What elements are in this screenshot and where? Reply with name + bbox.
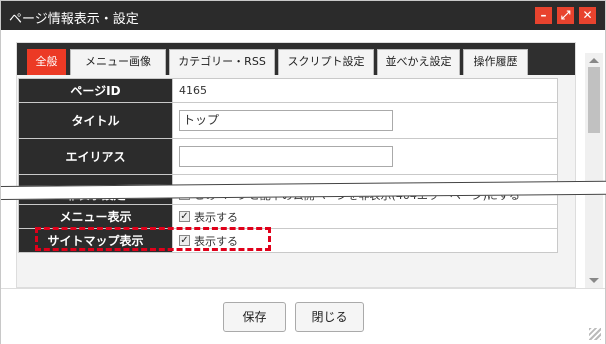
vertical-scrollbar[interactable] [585,53,603,288]
menu-display-highlight [35,227,271,251]
close-icon[interactable]: ✕ [579,7,596,24]
tab-strip: 全般 メニュー画像 カテゴリー・RSS スクリプト設定 並べかえ設定 操作履歴 [17,43,575,75]
row-page-id: ページID 4165 [18,78,558,103]
close-button[interactable]: 閉じる [295,302,364,332]
page-id-value: 4165 [172,78,558,103]
dialog-title: ページ情報表示・設定 [9,12,139,27]
alias-cell [172,138,558,175]
dialog-titlebar[interactable]: ページ情報表示・設定 – ⤢ ✕ [1,1,605,30]
row-title: タイトル トップ [18,102,558,139]
scroll-down-icon[interactable] [589,278,599,283]
resize-grip-icon[interactable] [589,328,601,340]
menu-display-option-label: 表示する [194,210,238,224]
alias-input[interactable] [179,146,393,167]
title-input[interactable]: トップ [179,110,393,131]
tab-history[interactable]: 操作履歴 [463,49,528,75]
tab-sort-settings[interactable]: 並べかえ設定 [377,49,460,75]
title-cell: トップ [172,102,558,139]
dialog-footer: 保存 閉じる [1,288,605,344]
tab-script-settings[interactable]: スクリプト設定 [278,49,374,75]
menu-display-cell: ✓ 表示する [172,204,558,229]
tab-menu-image[interactable]: メニュー画像 [70,49,166,75]
alias-label: エイリアス [18,138,173,175]
row-alias: エイリアス [18,138,558,175]
menu-display-label: メニュー表示 [18,204,173,229]
scroll-up-icon[interactable] [589,58,599,63]
row-menu-display: メニュー表示 ✓ 表示する [18,204,558,229]
maximize-icon[interactable]: ⤢ [557,7,574,24]
title-label: タイトル [18,102,173,139]
page-settings-dialog: ページ情報表示・設定 – ⤢ ✕ 全般 メニュー画像 カテゴリー・RSS スクリ… [0,0,606,344]
save-button[interactable]: 保存 [223,302,286,332]
menu-display-checkbox[interactable]: ✓ [179,211,190,222]
minimize-icon[interactable]: – [535,7,552,24]
scroll-thumb[interactable] [588,67,600,133]
tab-general[interactable]: 全般 [27,49,66,75]
tab-category-rss[interactable]: カテゴリー・RSS [169,49,275,75]
page-id-label: ページID [18,78,173,103]
